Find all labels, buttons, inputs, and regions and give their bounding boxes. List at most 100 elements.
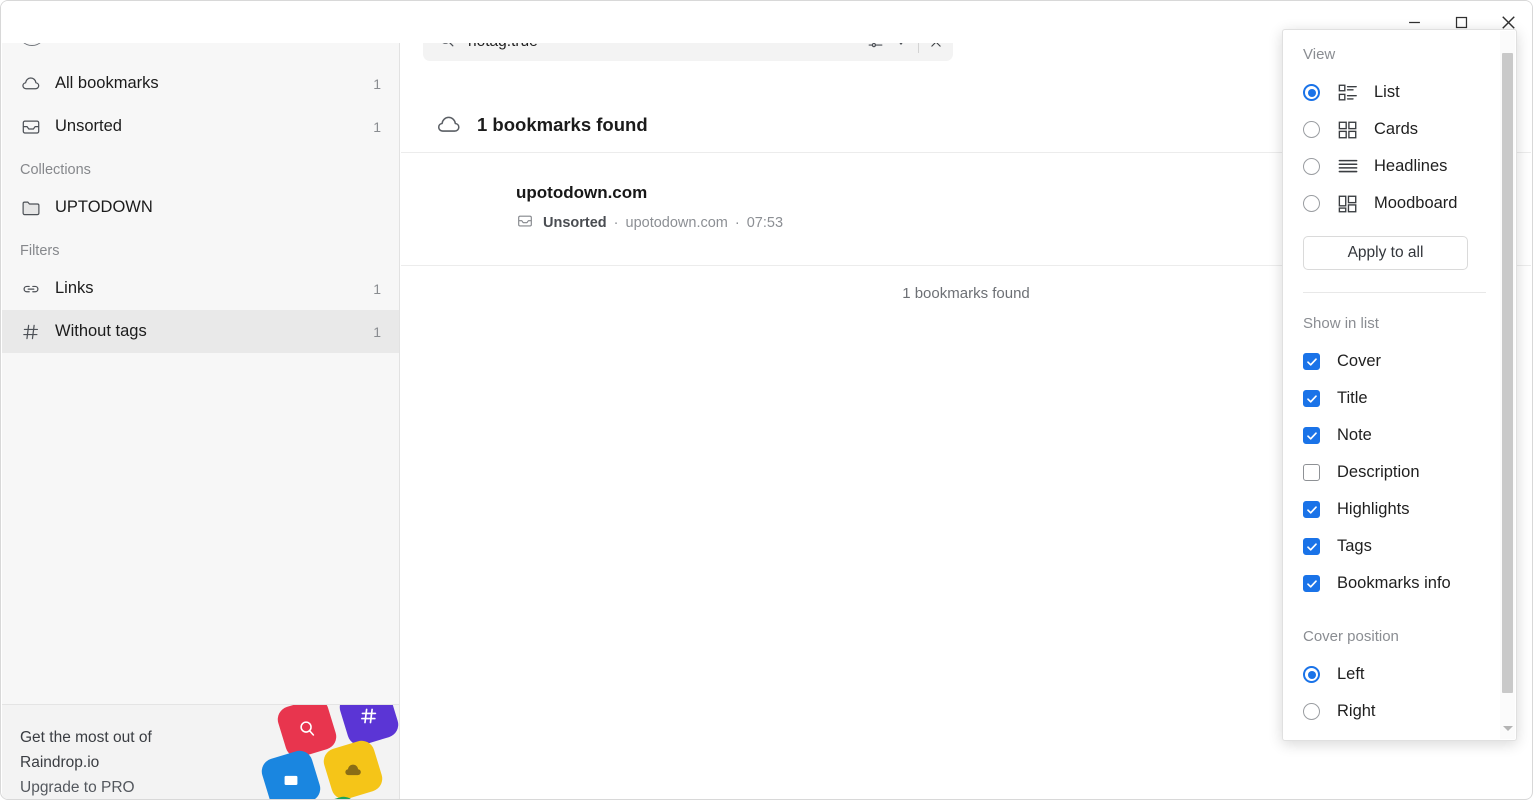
checkbox-row-highlights[interactable]: Highlights — [1303, 491, 1500, 528]
sidebar-item-unsorted[interactable]: Unsorted 1 — [2, 105, 399, 148]
sidebar-item-label: All bookmarks — [55, 74, 159, 92]
search-input[interactable] — [468, 33, 862, 51]
sidebar-item-count: 1 — [373, 323, 381, 340]
hash-icon — [20, 321, 44, 343]
cover-position-label-right: Right — [1337, 702, 1376, 720]
view-headlines-icon — [1337, 157, 1359, 177]
link-icon — [20, 278, 44, 300]
scroll-down-arrow-icon[interactable] — [1500, 726, 1515, 731]
view-cards-icon — [1337, 120, 1359, 140]
divider — [1303, 292, 1486, 293]
divider — [918, 31, 919, 53]
chevron-down-icon[interactable] — [189, 29, 198, 35]
filters-section-label: Filters — [20, 243, 60, 259]
cover-position-label: Cover position — [1303, 628, 1399, 645]
sidebar-item-label: Links — [55, 279, 94, 297]
checkbox-icon[interactable] — [1303, 575, 1320, 592]
sidebar-header: 1727934785727 — [2, 2, 399, 62]
cover-position-label-left: Left — [1337, 665, 1365, 683]
checkbox-label: Cover — [1337, 352, 1382, 370]
meta-separator: · — [734, 215, 740, 231]
bookmark-time: 07:53 — [746, 215, 784, 231]
apply-to-all-button[interactable]: Apply to all — [1303, 236, 1468, 270]
folder-icon — [20, 197, 44, 219]
view-settings-popup: View List Cards Headlines Moodboard Appl… — [1282, 29, 1517, 741]
radio-icon[interactable] — [1303, 121, 1320, 138]
checkbox-row-title[interactable]: Title — [1303, 380, 1500, 417]
meta-separator: · — [613, 215, 619, 231]
promo-line-3: Upgrade to PRO — [20, 779, 135, 796]
bookmark-collection[interactable]: Unsorted — [543, 215, 607, 231]
sidebar-item-all-bookmarks[interactable]: All bookmarks 1 — [2, 62, 399, 105]
promo-line-2: Raindrop.io — [20, 754, 100, 771]
popup-scrollbar-thumb[interactable] — [1502, 53, 1513, 693]
checkbox-icon[interactable] — [1303, 501, 1320, 518]
view-option-label: Cards — [1374, 120, 1419, 138]
checkbox-icon[interactable] — [1303, 390, 1320, 407]
search-bar-inner — [423, 23, 953, 61]
radio-icon[interactable] — [1303, 84, 1320, 101]
checkbox-icon[interactable] — [1303, 538, 1320, 555]
view-option-cards[interactable]: Cards — [1303, 111, 1500, 148]
sidebar-item-label: Without tags — [55, 322, 147, 340]
close-icon[interactable] — [923, 27, 949, 57]
sidebar-item-uptodown[interactable]: UPTODOWN — [2, 186, 399, 229]
inbox-icon — [20, 116, 44, 138]
checkbox-label: Description — [1337, 463, 1420, 481]
sidebar-item-count: 1 — [373, 75, 381, 92]
checkbox-row-cover[interactable]: Cover — [1303, 343, 1500, 380]
popup-scrollbar[interactable] — [1500, 31, 1515, 739]
cloud-icon — [20, 73, 44, 95]
cover-position-left[interactable]: Left — [1303, 656, 1500, 693]
view-list-icon — [1337, 83, 1359, 103]
search-icon — [437, 30, 456, 54]
checkbox-label: Highlights — [1337, 500, 1410, 518]
sidebar-item-without-tags[interactable]: Without tags 1 — [2, 310, 399, 353]
checkbox-row-bookmarks-info[interactable]: Bookmarks info — [1303, 565, 1500, 602]
promo-text: Get the most out of Raindrop.io Upgrade … — [20, 725, 152, 799]
sparkle-icon[interactable] — [313, 15, 347, 49]
checkbox-row-description[interactable]: Description — [1303, 454, 1500, 491]
view-option-label: List — [1374, 83, 1400, 101]
inbox-icon — [516, 212, 534, 234]
account-name[interactable]: 1727934785727 — [58, 22, 181, 42]
sidebar-item-label: UPTODOWN — [55, 198, 153, 216]
view-section-label: View — [1303, 46, 1336, 63]
checkbox-label: Title — [1337, 389, 1368, 407]
sliders-icon[interactable] — [862, 27, 888, 57]
view-moodboard-icon — [1337, 194, 1359, 214]
folder-tile — [258, 747, 324, 799]
view-option-moodboard[interactable]: Moodboard — [1303, 185, 1500, 222]
upgrade-promo-card[interactable]: Get the most out of Raindrop.io Upgrade … — [2, 704, 399, 799]
sidebar-item-label: Unsorted — [55, 117, 122, 135]
sidebar-item-count: 1 — [373, 280, 381, 297]
checkbox-row-note[interactable]: Note — [1303, 417, 1500, 454]
checkbox-icon[interactable] — [1303, 464, 1320, 481]
checkbox-label: Tags — [1337, 537, 1372, 555]
radio-icon[interactable] — [1303, 195, 1320, 212]
sidebar-item-links[interactable]: Links 1 — [2, 267, 399, 310]
sidebar-item-count: 1 — [373, 118, 381, 135]
cloud-icon — [435, 111, 463, 139]
avatar[interactable] — [18, 18, 46, 46]
checkbox-row-tags[interactable]: Tags — [1303, 528, 1500, 565]
plus-icon[interactable] — [351, 15, 385, 49]
show-in-list-label: Show in list — [1303, 315, 1379, 332]
radio-icon[interactable] — [1303, 666, 1320, 683]
checkbox-icon[interactable] — [1303, 353, 1320, 370]
view-option-list[interactable]: List — [1303, 74, 1500, 111]
promo-line-1: Get the most out of — [20, 729, 152, 746]
bookmark-domain: upotodown.com — [625, 215, 728, 231]
app-window: 1727934785727 All bookmarks 1 Unsorted 1… — [0, 0, 1533, 800]
checkbox-icon[interactable] — [1303, 427, 1320, 444]
view-settings-content: View List Cards Headlines Moodboard Appl… — [1283, 30, 1500, 740]
view-option-label: Moodboard — [1374, 194, 1458, 212]
view-option-headlines[interactable]: Headlines — [1303, 148, 1500, 185]
chevron-down-icon[interactable] — [888, 27, 914, 57]
radio-icon[interactable] — [1303, 158, 1320, 175]
search-bar — [423, 23, 953, 61]
cover-position-right[interactable]: Right — [1303, 693, 1500, 730]
results-count-title: 1 bookmarks found — [477, 114, 648, 135]
checkbox-label: Note — [1337, 426, 1372, 444]
radio-icon[interactable] — [1303, 703, 1320, 720]
